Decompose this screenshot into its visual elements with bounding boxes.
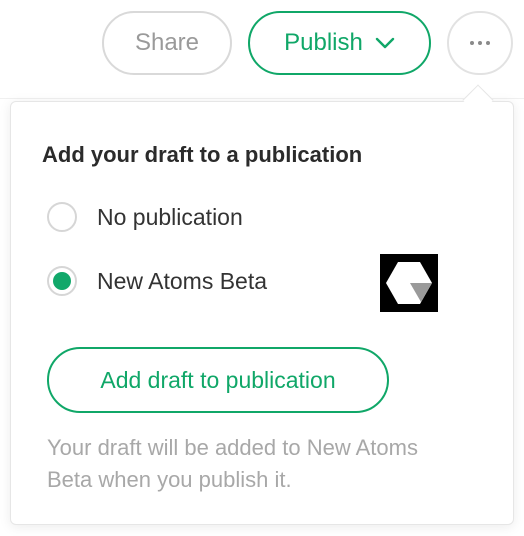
option-new-atoms-beta[interactable]: New Atoms Beta [47,266,267,296]
publish-button-label: Publish [284,29,363,56]
popover-title: Add your draft to a publication [42,142,363,167]
publish-button[interactable]: Publish [248,11,431,75]
hexagon-logo-icon [380,254,438,312]
toolbar-divider [0,98,524,99]
publish-panel-screen: Share Publish Add your draft to a public… [0,0,524,536]
share-button-label: Share [134,29,200,56]
share-button[interactable]: Share [102,11,232,75]
option-label: No publication [97,203,243,230]
option-no-publication[interactable]: No publication [47,202,243,232]
chevron-down-icon [375,36,395,50]
publication-popover: Add your draft to a publication No publi… [10,101,514,525]
publish-note: Your draft will be added to New Atoms Be… [47,435,418,492]
add-draft-button-label: Add draft to publication [100,366,336,393]
option-label: New Atoms Beta [97,267,268,294]
more-options-button[interactable] [447,11,513,75]
add-draft-to-publication-button[interactable]: Add draft to publication [47,347,389,413]
radio-new-atoms-beta[interactable] [47,266,77,296]
radio-no-publication[interactable] [47,202,77,232]
more-horizontal-icon [470,41,490,45]
